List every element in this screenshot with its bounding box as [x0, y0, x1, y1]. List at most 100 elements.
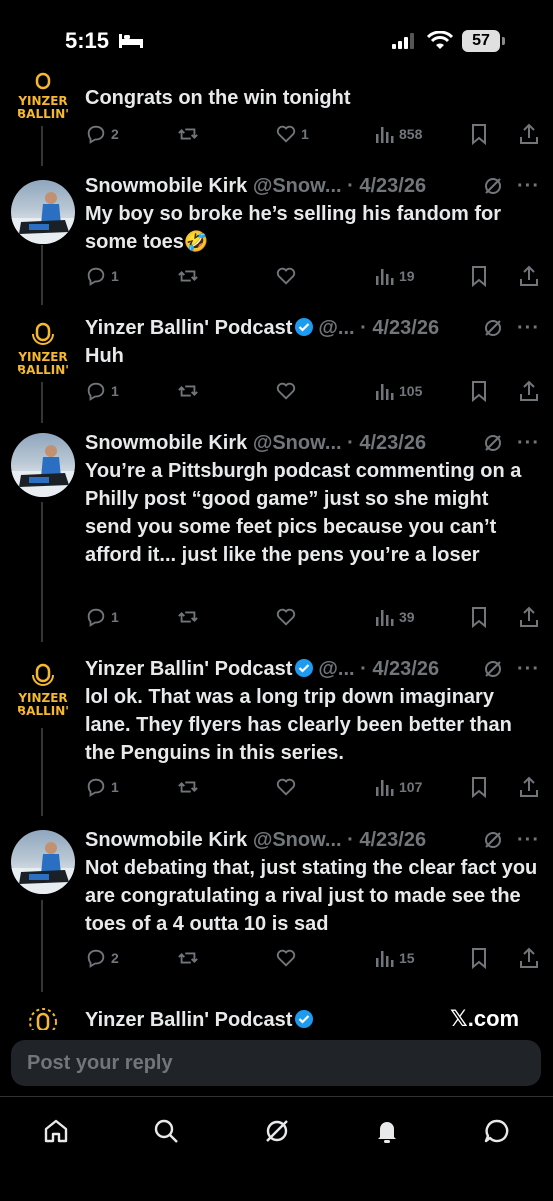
thread-line — [41, 378, 43, 423]
share-button[interactable] — [519, 603, 539, 631]
bookmark-button[interactable] — [469, 603, 489, 631]
repost-button[interactable] — [177, 120, 199, 148]
views-button[interactable]: 39 — [375, 603, 415, 631]
share-button[interactable] — [519, 120, 539, 148]
tab-notifications[interactable] — [367, 1111, 407, 1151]
tweet-actions: 1 105 — [85, 377, 540, 405]
like-button[interactable] — [275, 944, 297, 972]
bookmark-button[interactable] — [469, 262, 489, 290]
bookmark-button[interactable] — [469, 944, 489, 972]
views-icon — [376, 269, 394, 285]
reply-count: 1 — [111, 609, 119, 625]
reply-icon — [87, 267, 105, 286]
grok-icon[interactable] — [483, 433, 503, 453]
sleep-focus-icon — [119, 34, 143, 48]
repost-button[interactable] — [177, 377, 199, 405]
author-name[interactable]: Snowmobile Kirk — [85, 432, 247, 454]
tab-grok[interactable] — [257, 1111, 297, 1151]
repost-icon — [178, 385, 198, 397]
reply-button[interactable]: 1 — [85, 262, 119, 290]
tab-home[interactable] — [36, 1111, 76, 1151]
heart-icon — [276, 608, 296, 626]
more-options-icon[interactable]: ··· — [517, 826, 540, 854]
like-button[interactable] — [275, 377, 297, 405]
logo-line-2: BALLIN' — [17, 363, 69, 377]
grok-icon[interactable] — [483, 318, 503, 338]
grok-icon[interactable] — [483, 659, 503, 679]
tweet-date[interactable]: · 4/23/26 — [360, 658, 439, 680]
share-button[interactable] — [519, 773, 539, 801]
reply-input[interactable]: Post your reply — [11, 1040, 541, 1086]
x-watermark: 𝕏.com — [450, 1006, 520, 1031]
author-name[interactable]: Yinzer Ballin' Podcast — [85, 317, 292, 339]
avatar-yinzer-ballin[interactable]: YINZER BALLIN' — [11, 70, 75, 126]
tweet-date[interactable]: · 4/23/26 — [347, 175, 426, 197]
verified-badge-icon — [295, 1010, 314, 1028]
author-handle[interactable]: @Snow... — [253, 175, 342, 197]
author-name[interactable]: Snowmobile Kirk — [85, 175, 247, 197]
repost-button[interactable] — [177, 773, 199, 801]
bookmark-button[interactable] — [469, 377, 489, 405]
share-button[interactable] — [519, 377, 539, 405]
views-button[interactable]: 19 — [375, 262, 415, 290]
reply-button[interactable]: 2 — [85, 120, 119, 148]
like-button[interactable] — [275, 603, 297, 631]
avatar-snowmobile-kirk[interactable] — [11, 180, 75, 244]
tab-search[interactable] — [146, 1111, 186, 1151]
more-options-icon[interactable]: ··· — [517, 429, 540, 457]
repost-button[interactable] — [177, 262, 199, 290]
home-icon — [44, 1119, 68, 1143]
heart-icon — [276, 778, 296, 796]
like-button[interactable] — [275, 773, 297, 801]
reply-button[interactable]: 1 — [85, 603, 119, 631]
author-handle[interactable]: @Snow... — [253, 432, 342, 454]
more-options-icon[interactable]: ··· — [517, 314, 540, 342]
author-name[interactable]: Snowmobile Kirk — [85, 829, 247, 851]
avatar-yinzer-ballin[interactable]: YINZER BALLIN' — [11, 318, 75, 382]
tweet-text: lol ok. That was a long trip down imagin… — [85, 686, 512, 764]
status-time: 5:15 — [65, 28, 110, 53]
reply-count: 1 — [111, 383, 119, 399]
bookmark-button[interactable] — [469, 120, 489, 148]
author-handle[interactable]: @Snow... — [253, 829, 342, 851]
tab-messages[interactable] — [477, 1111, 517, 1151]
author-handle[interactable]: @... — [318, 317, 354, 339]
avatar-snowmobile-kirk[interactable] — [11, 433, 75, 497]
like-button[interactable]: 1 — [275, 120, 309, 148]
verified-badge-icon — [295, 318, 314, 336]
views-button[interactable]: 107 — [375, 773, 422, 801]
repost-icon — [178, 611, 198, 623]
tweet-date[interactable]: · 4/23/26 — [347, 432, 426, 454]
author-name[interactable]: Yinzer Ballin' Podcast — [85, 1009, 292, 1031]
reply-icon — [87, 125, 105, 144]
more-options-icon[interactable]: ··· — [517, 655, 540, 683]
views-button[interactable]: 858 — [375, 120, 422, 148]
view-count: 19 — [399, 268, 415, 284]
tweet-text: Not debating that, just stating the clea… — [85, 857, 538, 935]
grok-icon[interactable] — [483, 830, 503, 850]
heart-icon — [276, 382, 296, 400]
tweet-date[interactable]: · 4/23/26 — [347, 829, 426, 851]
views-button[interactable]: 15 — [375, 944, 415, 972]
bookmark-button[interactable] — [469, 773, 489, 801]
reply-button[interactable]: 1 — [85, 773, 119, 801]
reply-count: 1 — [111, 779, 119, 795]
avatar-snowmobile-kirk[interactable] — [11, 830, 75, 894]
like-button[interactable] — [275, 262, 297, 290]
author-handle[interactable]: @... — [318, 658, 354, 680]
tweet-text: You’re a Pittsburgh podcast commenting o… — [85, 460, 522, 566]
more-options-icon[interactable]: ··· — [517, 172, 540, 200]
tweet-date[interactable]: · 4/23/26 — [360, 317, 439, 339]
grok-icon[interactable] — [483, 176, 503, 196]
avatar-yinzer-ballin[interactable] — [11, 1008, 75, 1032]
share-button[interactable] — [519, 262, 539, 290]
repost-button[interactable] — [177, 603, 199, 631]
reply-button[interactable]: 2 — [85, 944, 119, 972]
repost-button[interactable] — [177, 944, 199, 972]
author-name[interactable]: Yinzer Ballin' Podcast — [85, 658, 292, 680]
reply-button[interactable]: 1 — [85, 377, 119, 405]
views-button[interactable]: 105 — [375, 377, 422, 405]
share-button[interactable] — [519, 944, 539, 972]
avatar-yinzer-ballin[interactable]: YINZER BALLIN' — [11, 659, 75, 723]
tweet-header: Snowmobile Kirk @Snow... · 4/23/26 ··· — [85, 172, 540, 200]
